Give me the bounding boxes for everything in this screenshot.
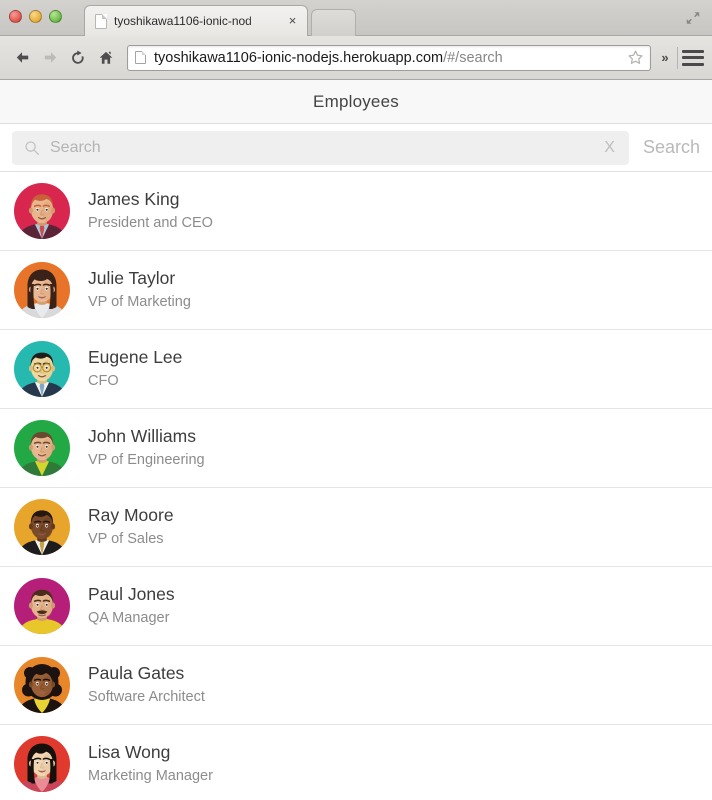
- tab-title: tyoshikawa1106-ionic-nod: [114, 14, 252, 28]
- page-icon: [135, 51, 146, 64]
- page-icon: [95, 13, 107, 29]
- browser-toolbar: tyoshikawa1106-ionic-nodejs.herokuapp.co…: [0, 36, 712, 80]
- employee-list-item[interactable]: Julie Taylor VP of Marketing: [0, 251, 712, 330]
- star-icon[interactable]: [627, 49, 644, 66]
- reload-icon: [72, 49, 84, 64]
- url-text: tyoshikawa1106-ionic-nodejs.herokuapp.co…: [154, 50, 627, 66]
- employee-name: Paula Gates: [88, 663, 185, 684]
- employee-title: Software Architect: [88, 688, 205, 705]
- employee-title: CFO: [88, 372, 119, 389]
- arrow-right-icon: [44, 52, 56, 63]
- search-field[interactable]: X: [12, 130, 629, 165]
- employee-title: VP of Marketing: [88, 293, 191, 310]
- home-icon: [99, 51, 113, 64]
- close-icon[interactable]: ×: [286, 14, 299, 28]
- avatar: [14, 262, 70, 318]
- fullscreen-expand-icon[interactable]: [684, 9, 702, 27]
- new-tab-button[interactable]: [311, 9, 356, 36]
- employee-name: Julie Taylor: [88, 268, 176, 289]
- search-bar: X Search: [0, 124, 712, 172]
- employee-title: VP of Sales: [88, 530, 164, 547]
- close-window-button[interactable]: [9, 10, 22, 23]
- reload-button[interactable]: [64, 44, 92, 72]
- employee-list-item[interactable]: Paula Gates Software Architect: [0, 646, 712, 725]
- browser-window: tyoshikawa1106-ionic-nod × tyoshikawa110…: [0, 0, 712, 800]
- search-input[interactable]: [50, 138, 601, 157]
- employee-list-item[interactable]: James King President and CEO: [0, 172, 712, 251]
- tab-strip: tyoshikawa1106-ionic-nod ×: [0, 0, 712, 36]
- employee-info: Julie Taylor VP of Marketing: [88, 267, 191, 313]
- employee-list-item[interactable]: Ray Moore VP of Sales: [0, 488, 712, 567]
- employee-info: John Williams VP of Engineering: [88, 425, 205, 471]
- avatar: [14, 341, 70, 397]
- employee-name: Eugene Lee: [88, 347, 183, 368]
- employee-list-item[interactable]: Lisa Wong Marketing Manager: [0, 725, 712, 800]
- employee-name: Lisa Wong: [88, 742, 171, 763]
- employee-info: Paula Gates Software Architect: [88, 662, 205, 708]
- arrow-left-icon: [16, 52, 28, 63]
- minimize-window-button[interactable]: [29, 10, 42, 23]
- browser-tab[interactable]: tyoshikawa1106-ionic-nod ×: [84, 5, 308, 36]
- avatar: [14, 183, 70, 239]
- employee-name: Paul Jones: [88, 584, 175, 605]
- search-icon: [24, 140, 40, 156]
- avatar: [14, 420, 70, 476]
- zoom-window-button[interactable]: [49, 10, 62, 23]
- forward-button[interactable]: [36, 44, 64, 72]
- employee-info: Eugene Lee CFO: [88, 346, 182, 392]
- employee-title: Marketing Manager: [88, 767, 213, 784]
- address-bar[interactable]: tyoshikawa1106-ionic-nodejs.herokuapp.co…: [127, 44, 651, 71]
- employee-title: VP of Engineering: [88, 451, 205, 468]
- avatar: [14, 578, 70, 634]
- employee-title: QA Manager: [88, 609, 170, 626]
- employee-info: Paul Jones QA Manager: [88, 583, 175, 629]
- page-title: Employees: [313, 91, 399, 111]
- toolbar-divider: [677, 46, 678, 69]
- employee-name: Ray Moore: [88, 505, 174, 526]
- overflow-chevron-icon[interactable]: »: [657, 50, 673, 65]
- employee-title: President and CEO: [88, 214, 213, 231]
- avatar: [14, 736, 70, 792]
- employee-info: Ray Moore VP of Sales: [88, 504, 174, 550]
- employee-info: James King President and CEO: [88, 188, 213, 234]
- url-domain: tyoshikawa1106-ionic-nodejs.herokuapp.co…: [154, 49, 444, 66]
- employee-list: James King President and CEO Julie Taylor V…: [0, 172, 712, 800]
- clear-search-icon[interactable]: X: [600, 139, 619, 157]
- employee-info: Lisa Wong Marketing Manager: [88, 741, 213, 787]
- employee-list-item[interactable]: Paul Jones QA Manager: [0, 567, 712, 646]
- home-button[interactable]: [92, 44, 120, 72]
- url-path: /#/search: [443, 49, 503, 66]
- search-cancel-button[interactable]: Search: [643, 137, 700, 158]
- hamburger-icon[interactable]: [682, 48, 704, 68]
- page-viewport: Employees X Search James King President a…: [0, 80, 712, 800]
- avatar: [14, 657, 70, 713]
- employee-list-item[interactable]: Eugene Lee CFO: [0, 330, 712, 409]
- back-button[interactable]: [8, 44, 36, 72]
- employee-list-item[interactable]: John Williams VP of Engineering: [0, 409, 712, 488]
- window-traffic-lights: [9, 10, 62, 23]
- avatar: [14, 499, 70, 555]
- employee-name: John Williams: [88, 426, 196, 447]
- employee-name: James King: [88, 189, 180, 210]
- app-header: Employees: [0, 80, 712, 124]
